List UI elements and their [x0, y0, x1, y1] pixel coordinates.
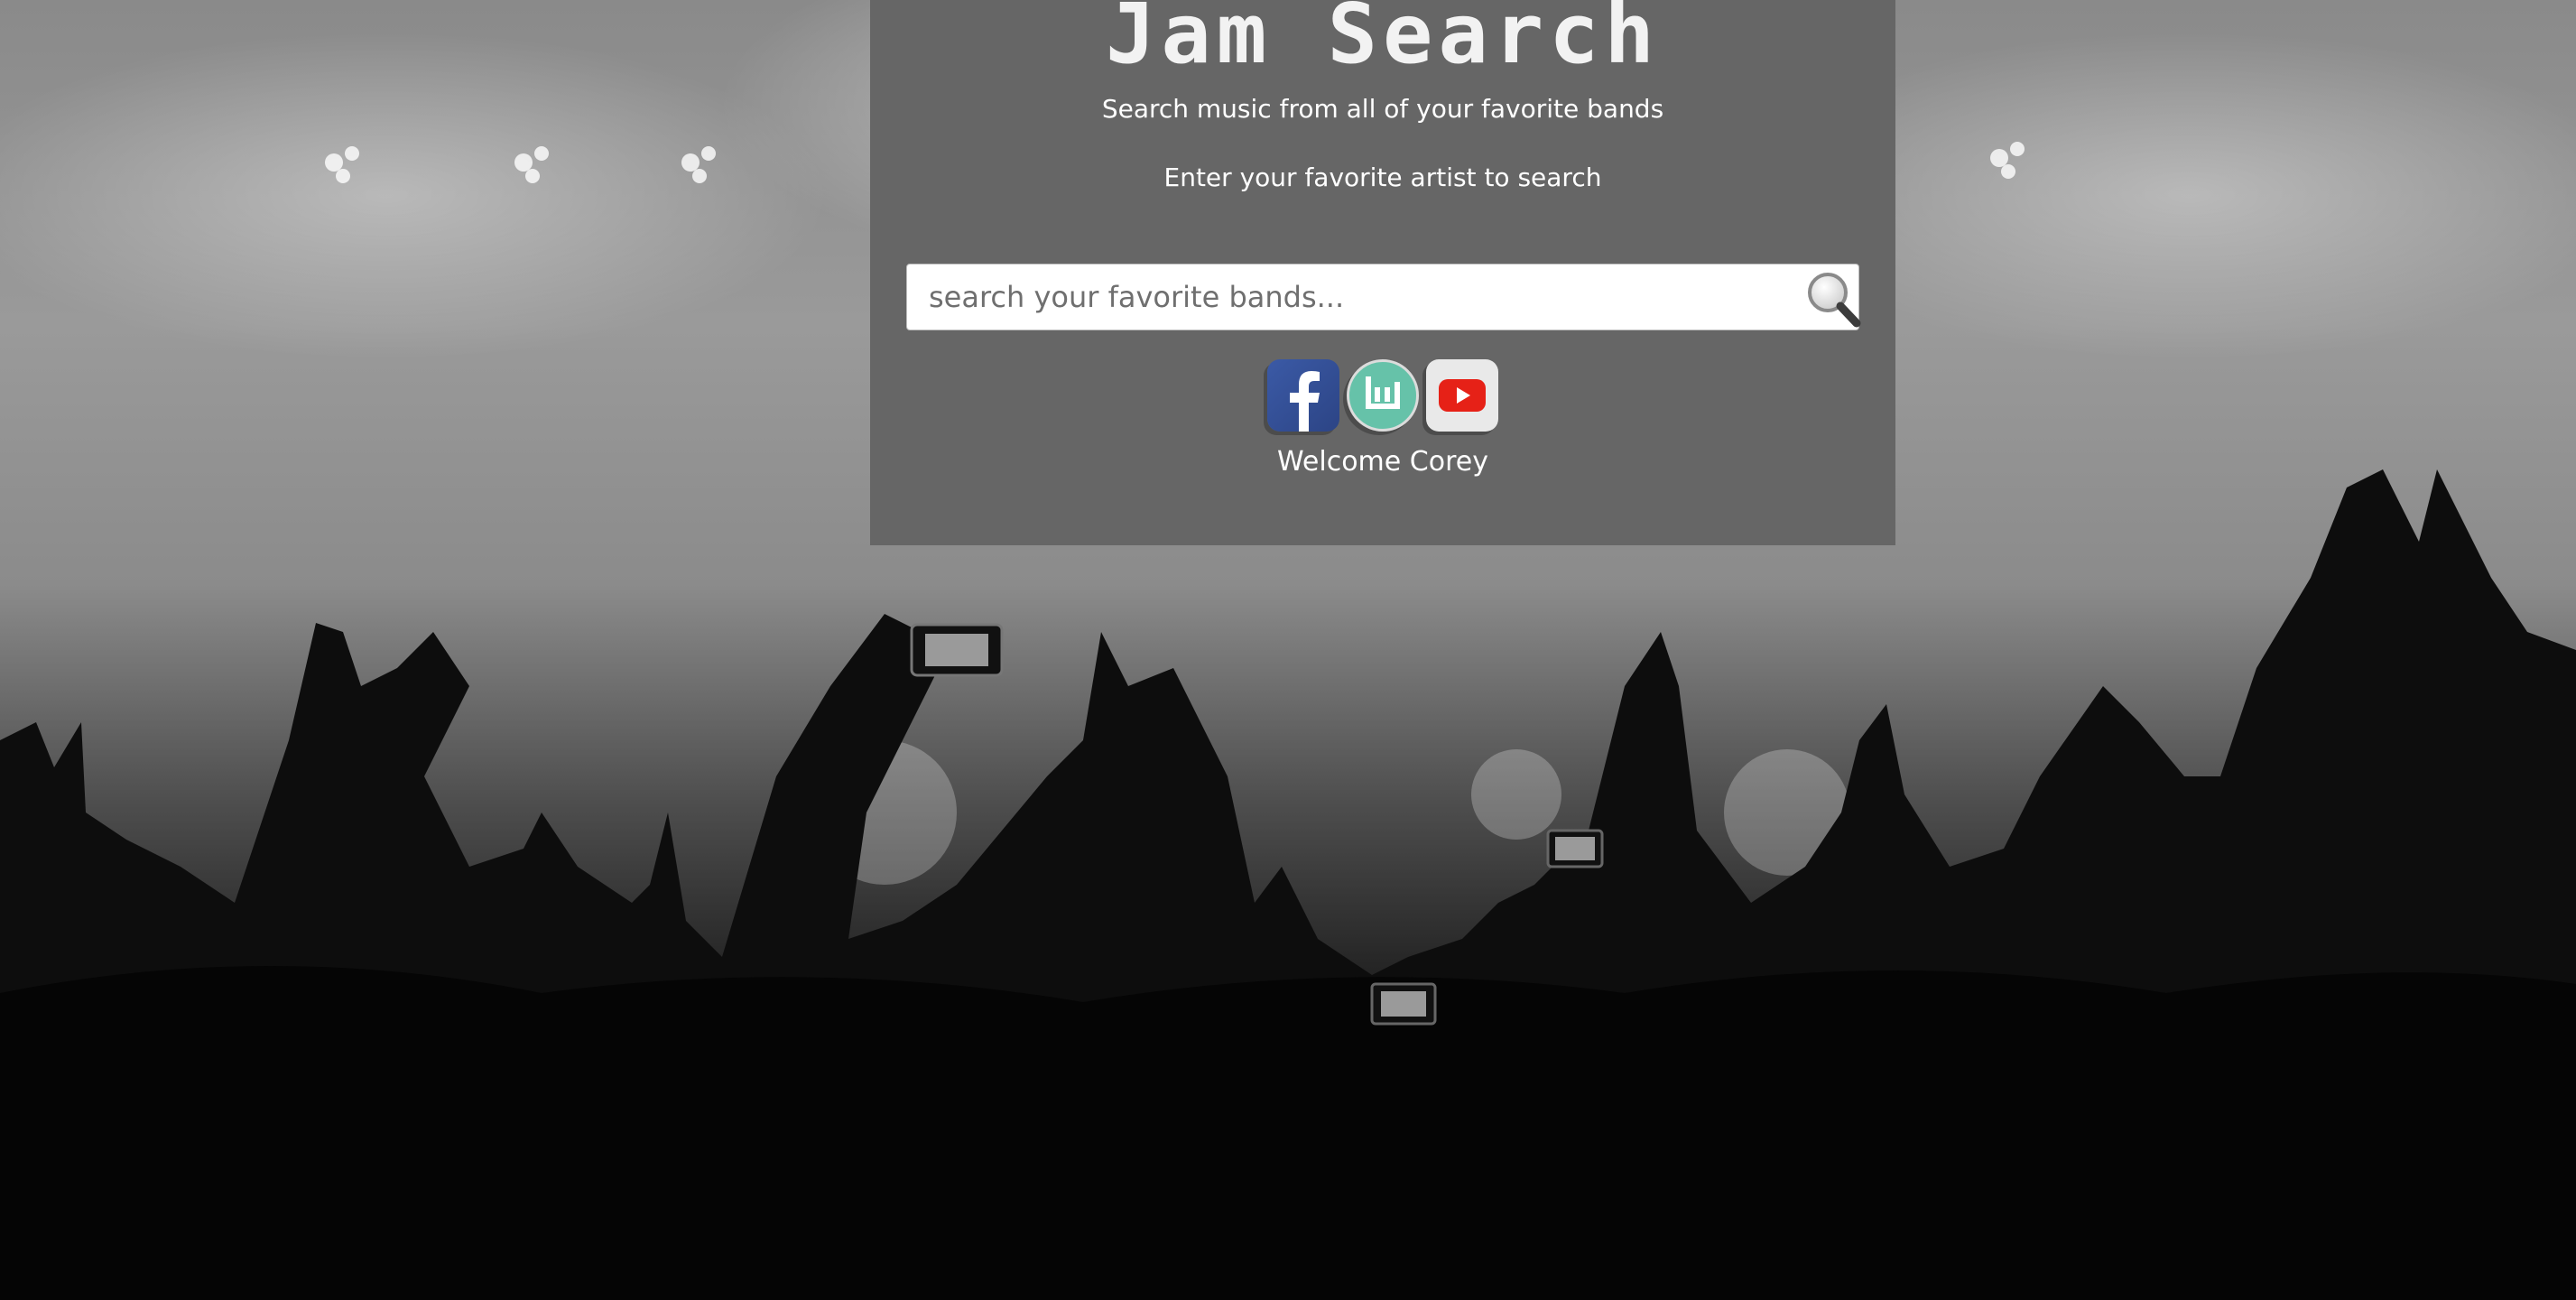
app-subtitle: Search music from all of your favorite b…	[1101, 94, 1664, 124]
bandsintown-icon	[1366, 376, 1400, 409]
magnifier-icon	[1808, 273, 1861, 328]
search-bar	[906, 264, 1861, 330]
facebook-icon	[1290, 371, 1320, 432]
page: Jam Search Search music from all of your…	[0, 0, 2576, 1300]
facebook-button[interactable]	[1267, 359, 1339, 432]
welcome-message: Welcome Corey	[1277, 446, 1488, 478]
app-title: Jam Search	[1106, 0, 1660, 82]
social-links	[870, 359, 1895, 433]
bandsintown-button[interactable]	[1347, 359, 1419, 432]
search-button[interactable]	[1795, 265, 1861, 330]
youtube-button[interactable]	[1426, 359, 1498, 432]
youtube-icon	[1439, 379, 1486, 412]
search-prompt: Enter your favorite artist to search	[1163, 162, 1602, 192]
search-input[interactable]	[907, 265, 1792, 330]
search-panel: Jam Search Search music from all of your…	[870, 0, 1895, 545]
